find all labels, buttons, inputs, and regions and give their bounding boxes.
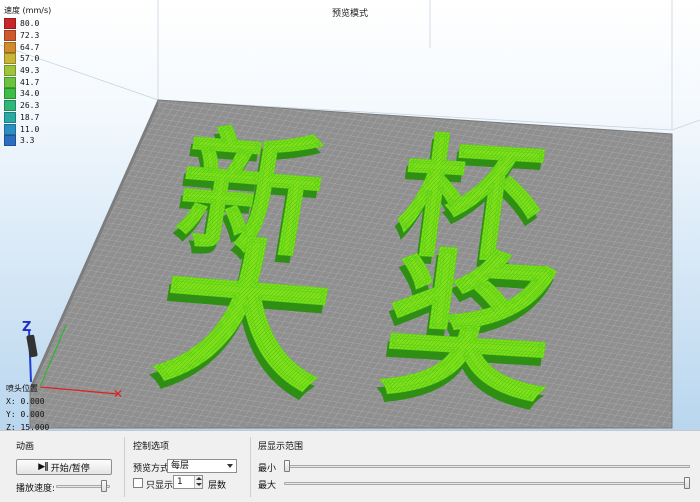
play-pause-button[interactable]: ▶‖ 开始/暂停 xyxy=(16,459,112,475)
animation-group: 动画 xyxy=(16,439,34,452)
nozzle-x: X: 0.000 xyxy=(6,397,45,406)
legend-entry: 41.7 xyxy=(4,76,51,88)
animation-group-title: 动画 xyxy=(16,442,35,452)
legend-entry: 3.3 xyxy=(4,135,51,147)
legend-swatch xyxy=(4,18,16,30)
legend-entry: 57.0 xyxy=(4,53,51,65)
legend-value: 34.0 xyxy=(20,89,40,99)
bottom-control-panel: 动画 ▶‖ 开始/暂停 播放速度: 控制选项 预览方式 每层 只显示 1 层数 … xyxy=(0,430,700,502)
legend-value: 11.0 xyxy=(20,124,40,134)
nozzle-z: Z: 15.000 xyxy=(6,423,50,430)
playback-speed-label: 播放速度: xyxy=(16,484,56,494)
preview-mode-value: 每层 xyxy=(171,461,190,471)
playback-speed-thumb[interactable] xyxy=(100,480,107,492)
layer-range-title: 层显示范围 xyxy=(258,442,304,452)
legend-value: 3.3 xyxy=(20,136,35,146)
layer-unit-label: 层数 xyxy=(208,481,227,491)
z-axis-label: Z xyxy=(22,320,31,335)
legend-swatch xyxy=(4,111,16,123)
legend-entry: 64.7 xyxy=(4,41,51,53)
only-show-checkbox[interactable] xyxy=(133,478,143,488)
layer-max-thumb[interactable] xyxy=(684,477,690,489)
layer-min-label: 最小 xyxy=(258,464,277,474)
only-show-label: 只显示 xyxy=(146,481,174,491)
layer-max-track[interactable] xyxy=(284,482,690,485)
legend-swatch xyxy=(4,53,16,65)
legend-swatch xyxy=(4,100,16,112)
legend-value: 41.7 xyxy=(20,77,40,87)
legend-value: 57.0 xyxy=(20,54,40,64)
legend-swatch xyxy=(4,135,16,147)
layer-number-value: 1 xyxy=(177,477,183,487)
build-plate-grid xyxy=(29,99,673,429)
legend-swatch xyxy=(4,76,16,88)
legend-swatch xyxy=(4,123,16,135)
layer-range-group: 层显示范围 xyxy=(258,439,303,452)
speed-legend: 速度 (mm/s) 80.0 72.3 64.7 57.0 49.3 41.7 34.0 26… xyxy=(4,5,51,147)
legend-swatch xyxy=(4,30,16,42)
layer-max-label: 最大 xyxy=(258,481,277,491)
control-options-group: 控制选项 xyxy=(133,439,169,452)
legend-entry: 34.0 xyxy=(4,88,51,100)
viewport-title: 预览模式 xyxy=(331,9,368,19)
legend-value: 80.0 xyxy=(20,19,40,29)
play-pause-icon: ▶‖ xyxy=(38,462,48,472)
preview-mode-select[interactable]: 每层 xyxy=(167,459,237,473)
legend-title: 速度 (mm/s) xyxy=(4,6,52,15)
legend-entry: 49.3 xyxy=(4,65,51,77)
x-axis-marker: ✕ xyxy=(113,387,123,401)
legend-entry: 72.3 xyxy=(4,30,51,42)
z-axis-handle xyxy=(26,334,38,358)
nozzle-y: Y: 0.000 xyxy=(6,410,45,419)
legend-entry: 11.0 xyxy=(4,123,51,135)
layer-min-thumb[interactable] xyxy=(284,460,290,472)
legend-swatch xyxy=(4,41,16,53)
legend-entry: 26.3 xyxy=(4,100,51,112)
char-da: 大 xyxy=(145,219,345,415)
3d-preview-viewport[interactable]: ✕ Z 新 杯 大 奖 新 杯 大 奖 预览模式 速度 (mm/s) 80.0 7… xyxy=(0,0,700,430)
chevron-down-icon xyxy=(227,464,233,468)
separator xyxy=(250,437,251,497)
legend-entry: 18.7 xyxy=(4,111,51,124)
separator xyxy=(124,437,125,497)
legend-swatch xyxy=(4,65,16,77)
play-pause-label: 开始/暂停 xyxy=(50,463,90,474)
spin-arrows-icon[interactable] xyxy=(194,476,202,488)
nozzle-position-panel: 喷头位置 X: 0.000 Y: 0.000 Z: 15.000 xyxy=(6,382,49,430)
char-jiang: 奖 xyxy=(373,233,567,425)
legend-value: 49.3 xyxy=(20,66,40,76)
layer-number-spinbox[interactable]: 1 xyxy=(173,475,203,489)
nozzle-position-title: 喷头位置 xyxy=(6,384,38,393)
legend-value: 18.7 xyxy=(20,112,40,122)
legend-entry: 80.0 xyxy=(4,18,51,30)
legend-value: 72.3 xyxy=(20,31,40,41)
control-options-title: 控制选项 xyxy=(133,442,170,452)
print-preview-scene[interactable]: ✕ Z 新 杯 大 奖 新 杯 大 奖 xyxy=(0,0,700,430)
layer-min-track[interactable] xyxy=(284,465,690,468)
preview-mode-label: 预览方式 xyxy=(133,464,170,474)
legend-swatch xyxy=(4,88,16,100)
build-volume-frame xyxy=(0,0,700,131)
legend-value: 64.7 xyxy=(20,42,40,52)
legend-value: 26.3 xyxy=(20,101,40,111)
